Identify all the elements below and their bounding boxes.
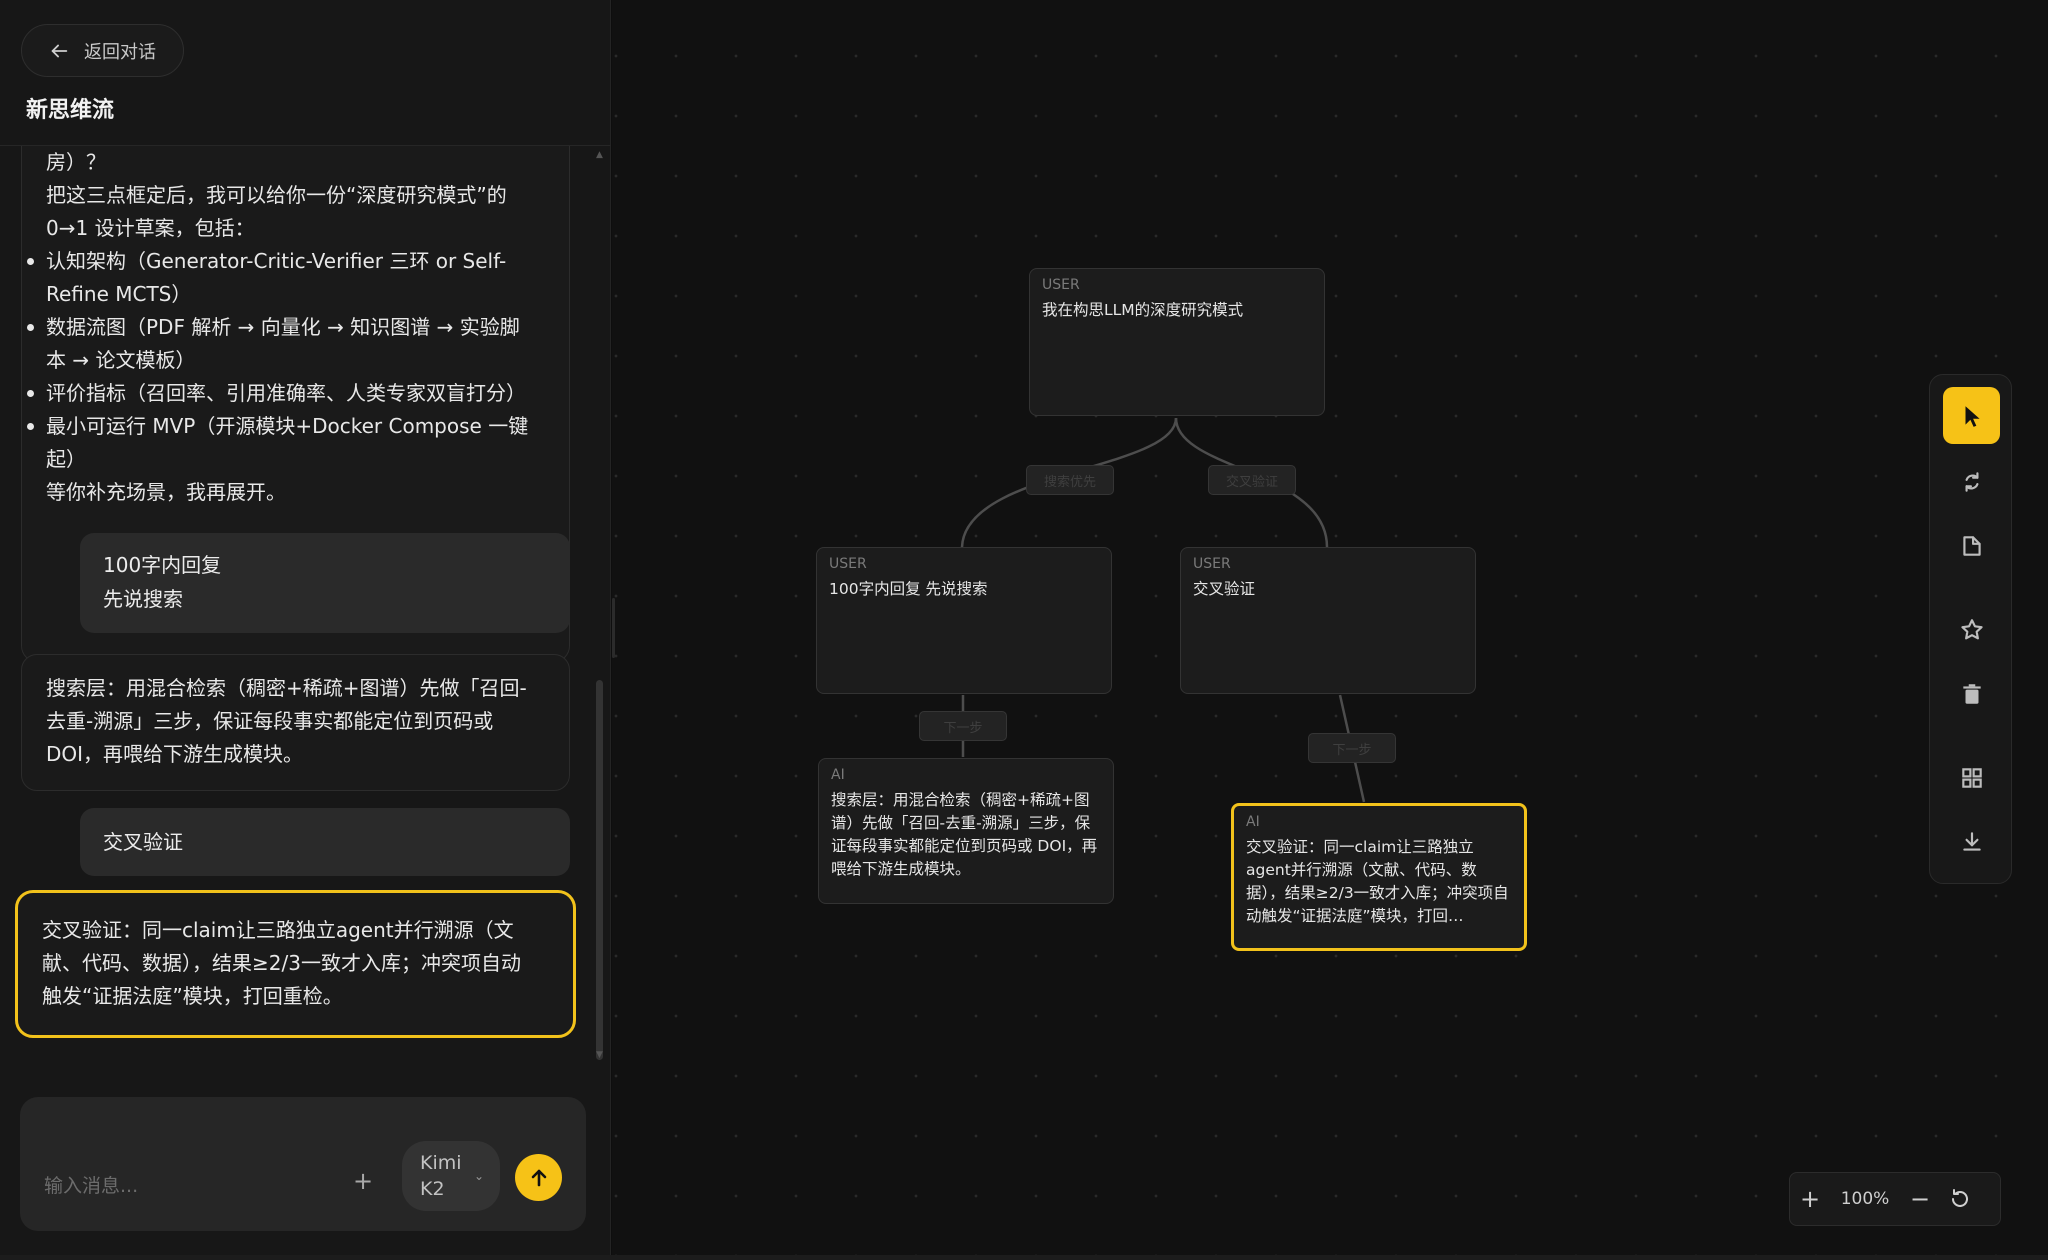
node-text: 交叉验证 bbox=[1193, 580, 1256, 598]
node-role: AI bbox=[1246, 814, 1260, 830]
canvas-toolbar bbox=[1929, 374, 2012, 884]
zoom-out-button[interactable]: − bbox=[1900, 1185, 1940, 1213]
node-text: 100字内回复 先说搜索 bbox=[829, 580, 988, 598]
edge-label[interactable]: 下一步 bbox=[1308, 733, 1396, 763]
edge-label[interactable]: 搜索优先 bbox=[1026, 465, 1114, 495]
graph-node-user[interactable]: USER 我在构思LLM的深度研究模式 bbox=[1029, 268, 1325, 416]
zoom-level: 100% bbox=[1840, 1189, 1890, 1209]
window-bottom-edge bbox=[0, 1255, 2048, 1260]
zoom-controls: + 100% − bbox=[1789, 1172, 2001, 1226]
swap-icon bbox=[1965, 471, 1978, 492]
page-icon bbox=[1962, 535, 1981, 556]
grid-icon bbox=[1961, 767, 1982, 788]
node-text: 我在构思LLM的深度研究模式 bbox=[1042, 301, 1244, 319]
trash-icon bbox=[1962, 683, 1981, 704]
node-text: 搜索层：用混合检索（稠密+稀疏+图谱）先做「召回-去重-溯源」三步，保证每段事实… bbox=[831, 791, 1098, 878]
reset-view-button[interactable] bbox=[1940, 1187, 1980, 1211]
reset-icon bbox=[1952, 1189, 1968, 1207]
edge-label[interactable]: 交叉验证 bbox=[1208, 465, 1296, 495]
graph-node-ai[interactable]: AI 搜索层：用混合检索（稠密+稀疏+图谱）先做「召回-去重-溯源」三步，保证每… bbox=[818, 758, 1114, 904]
download-icon bbox=[1962, 831, 1981, 851]
layout-grid-button[interactable] bbox=[1943, 749, 2000, 806]
graph-node-user[interactable]: USER 100字内回复 先说搜索 bbox=[816, 547, 1112, 694]
download-button[interactable] bbox=[1943, 813, 2000, 870]
node-role: USER bbox=[829, 556, 867, 572]
node-role: USER bbox=[1193, 556, 1231, 572]
pointer-tool-button[interactable] bbox=[1943, 387, 2000, 444]
favorite-button[interactable] bbox=[1943, 601, 2000, 658]
app-root: 返回对话 新思维流 房）？ 把这三点框定后，我可以给你一份“深度研究模式”的 0… bbox=[0, 0, 2048, 1260]
node-role: AI bbox=[831, 767, 845, 783]
zoom-in-button[interactable]: + bbox=[1790, 1185, 1830, 1213]
graph-node-user[interactable]: USER 交叉验证 bbox=[1180, 547, 1476, 694]
pointer-icon bbox=[1965, 405, 1980, 427]
graph-node-ai-selected[interactable]: AI 交叉验证：同一claim让三路独立agent并行溯源（文献、代码、数据），… bbox=[1231, 803, 1527, 951]
page-button[interactable] bbox=[1943, 517, 2000, 574]
swap-button[interactable] bbox=[1943, 453, 2000, 510]
node-text: 交叉验证：同一claim让三路独立agent并行溯源（文献、代码、数据），结果≥… bbox=[1246, 838, 1509, 925]
delete-button[interactable] bbox=[1943, 665, 2000, 722]
edge-label[interactable]: 下一步 bbox=[919, 711, 1007, 741]
star-icon bbox=[1960, 618, 1983, 639]
node-role: USER bbox=[1042, 277, 1080, 293]
